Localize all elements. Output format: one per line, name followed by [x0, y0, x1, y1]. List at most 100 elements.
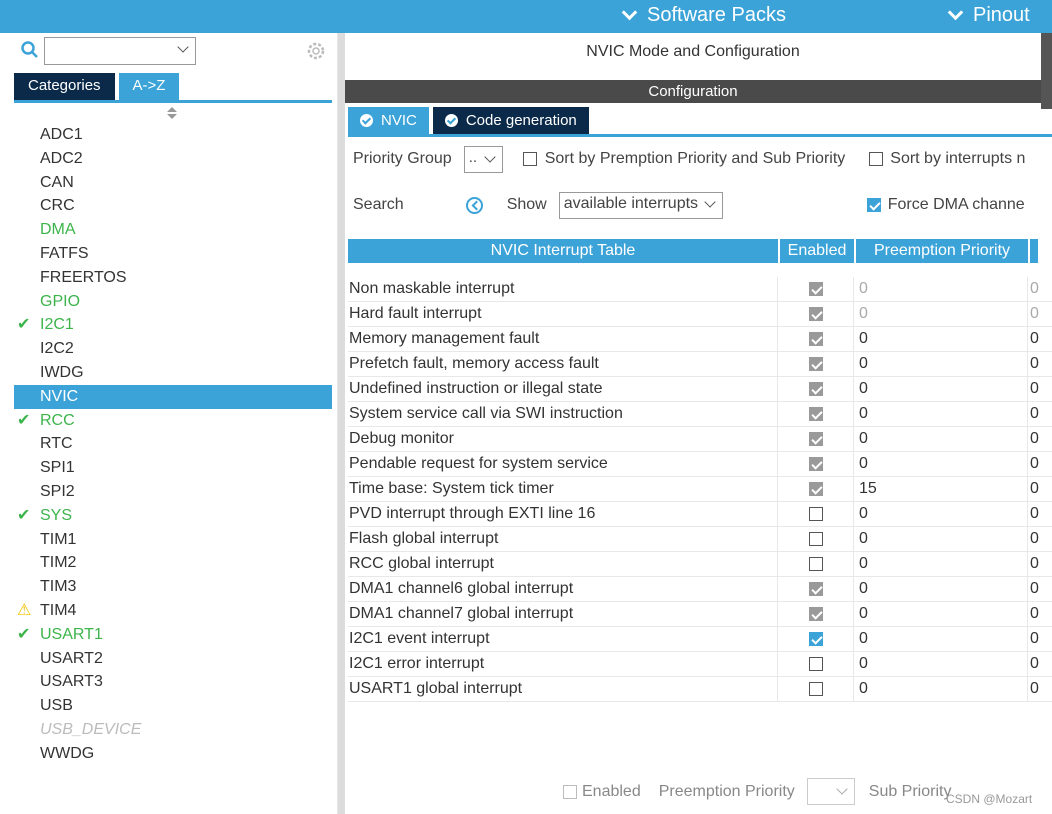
sidebar-item-usart1[interactable]: ✔ USART1	[14, 623, 332, 647]
column-header-sub[interactable]	[1030, 239, 1038, 263]
sidebar-item-i2c1[interactable]: ✔ I2C1	[14, 313, 332, 337]
preemption-priority[interactable]: 0	[854, 452, 1028, 476]
search-icon[interactable]	[20, 40, 40, 60]
sub-priority[interactable]: 0	[1028, 452, 1052, 476]
sidebar-item-sys[interactable]: ✔ SYS	[14, 504, 332, 528]
sidebar-item-rtc[interactable]: RTC	[14, 432, 332, 456]
sidebar-item-spi2[interactable]: SPI2	[14, 480, 332, 504]
table-row[interactable]: DMA1 channel7 global interrupt 0 0	[348, 602, 1052, 627]
preemption-priority[interactable]: 0	[854, 602, 1028, 626]
preemption-priority[interactable]: 0	[854, 527, 1028, 551]
sidebar-item-gpio[interactable]: GPIO	[14, 290, 332, 314]
preemption-priority[interactable]: 15	[854, 477, 1028, 501]
column-header-enabled[interactable]: Enabled	[780, 239, 854, 263]
preemption-priority[interactable]: 0	[854, 502, 1028, 526]
sub-priority[interactable]: 0	[1028, 677, 1052, 701]
preemption-priority[interactable]: 0	[854, 577, 1028, 601]
enabled-checkbox[interactable]	[808, 507, 823, 521]
sidebar-item-tim2[interactable]: TIM2	[14, 551, 332, 575]
column-header-preemption[interactable]: Preemption Priority	[856, 239, 1028, 263]
sort-interrupts-checkbox[interactable]	[869, 152, 884, 166]
force-dma-checkbox[interactable]	[866, 198, 881, 212]
preemption-priority[interactable]: 0	[854, 352, 1028, 376]
preemption-priority[interactable]: 0	[854, 327, 1028, 351]
sort-icon[interactable]	[166, 106, 178, 120]
software-packs-menu[interactable]: Software Packs	[621, 4, 786, 27]
table-row[interactable]: DMA1 channel6 global interrupt 0 0	[348, 577, 1052, 602]
sub-priority[interactable]: 0	[1028, 527, 1052, 551]
preemption-priority[interactable]: 0	[854, 377, 1028, 401]
sub-priority[interactable]: 0	[1028, 652, 1052, 676]
preemption-priority[interactable]: 0	[854, 627, 1028, 651]
sub-priority[interactable]: 0	[1028, 377, 1052, 401]
table-row[interactable]: USART1 global interrupt 0 0	[348, 677, 1052, 702]
gear-icon[interactable]	[305, 40, 327, 62]
sub-priority[interactable]: 0	[1028, 427, 1052, 451]
table-row[interactable]: Debug monitor 0 0	[348, 427, 1052, 452]
sub-priority[interactable]: 0	[1028, 302, 1052, 326]
preemption-priority[interactable]: 0	[854, 277, 1028, 301]
priority-group-select[interactable]: ..	[463, 145, 503, 173]
table-row[interactable]: Undefined instruction or illegal state 0 0	[348, 377, 1052, 402]
sidebar-item-usart3[interactable]: USART3	[14, 670, 332, 694]
preemption-priority[interactable]: 0	[854, 552, 1028, 576]
sidebar-item-dma[interactable]: DMA	[14, 218, 332, 242]
sidebar-item-iwdg[interactable]: IWDG	[14, 361, 332, 385]
sidebar-item-adc1[interactable]: ADC1	[14, 123, 332, 147]
pinout-menu[interactable]: Pinout	[947, 4, 1030, 27]
sub-priority[interactable]: 0	[1028, 277, 1052, 301]
sidebar-item-freertos[interactable]: FREERTOS	[14, 266, 332, 290]
sidebar-item-usb_device[interactable]: USB_DEVICE	[14, 718, 332, 742]
sidebar-item-wwdg[interactable]: WWDG	[14, 742, 332, 766]
preemption-priority[interactable]: 0	[854, 302, 1028, 326]
table-row[interactable]: RCC global interrupt 0 0	[348, 552, 1052, 577]
sort-premption-checkbox[interactable]	[522, 152, 537, 166]
tab-code-generation[interactable]: Code generation	[432, 107, 589, 134]
table-row[interactable]: Non maskable interrupt 0 0	[348, 277, 1052, 302]
sub-priority[interactable]: 0	[1028, 477, 1052, 501]
table-row[interactable]: I2C1 error interrupt 0 0	[348, 652, 1052, 677]
preemption-priority[interactable]: 0	[854, 427, 1028, 451]
sub-priority[interactable]: 0	[1028, 627, 1052, 651]
sidebar-item-i2c2[interactable]: I2C2	[14, 337, 332, 361]
bottom-enabled-checkbox[interactable]	[563, 784, 577, 799]
search-input[interactable]	[44, 37, 196, 65]
table-row[interactable]: PVD interrupt through EXTI line 16 0 0	[348, 502, 1052, 527]
enabled-checkbox[interactable]	[808, 657, 823, 671]
sidebar-item-crc[interactable]: CRC	[14, 194, 332, 218]
panel-scrollbar[interactable]	[1041, 33, 1052, 109]
sidebar-item-fatfs[interactable]: FATFS	[14, 242, 332, 266]
enabled-checkbox[interactable]	[808, 557, 823, 571]
table-row[interactable]: Memory management fault 0 0	[348, 327, 1052, 352]
table-row[interactable]: Flash global interrupt 0 0	[348, 527, 1052, 552]
sidebar-item-tim3[interactable]: TIM3	[14, 575, 332, 599]
sidebar-item-nvic[interactable]: NVIC	[14, 384, 332, 409]
sub-priority[interactable]: 0	[1028, 602, 1052, 626]
preemption-priority[interactable]: 0	[854, 652, 1028, 676]
table-row[interactable]: Time base: System tick timer 15 0	[348, 477, 1052, 502]
sub-priority[interactable]: 0	[1028, 502, 1052, 526]
enabled-checkbox[interactable]	[808, 632, 823, 646]
sub-priority[interactable]: 0	[1028, 402, 1052, 426]
table-row[interactable]: System service call via SWI instruction 0…	[348, 402, 1052, 427]
panel-divider[interactable]	[338, 33, 345, 814]
sidebar-item-tim1[interactable]: TIM1	[14, 528, 332, 552]
table-row[interactable]: I2C1 event interrupt 0 0	[348, 627, 1052, 652]
sidebar-item-adc2[interactable]: ADC2	[14, 147, 332, 171]
show-select[interactable]: available interrupts	[558, 191, 723, 219]
sidebar-item-usart2[interactable]: USART2	[14, 647, 332, 671]
sub-priority[interactable]: 0	[1028, 577, 1052, 601]
tab-nvic[interactable]: NVIC	[348, 107, 429, 134]
enabled-checkbox[interactable]	[808, 682, 823, 696]
tab-a-to-z[interactable]: A->Z	[118, 73, 180, 100]
tab-categories[interactable]: Categories	[14, 73, 115, 100]
sidebar-item-spi1[interactable]: SPI1	[14, 456, 332, 480]
sub-priority[interactable]: 0	[1028, 552, 1052, 576]
table-row[interactable]: Prefetch fault, memory access fault 0 0	[348, 352, 1052, 377]
search-arrow-icon[interactable]	[465, 196, 483, 214]
enabled-checkbox[interactable]	[808, 532, 823, 546]
column-header-name[interactable]: NVIC Interrupt Table	[348, 239, 778, 263]
sidebar-item-can[interactable]: CAN	[14, 171, 332, 195]
preemption-priority[interactable]: 0	[854, 402, 1028, 426]
sub-priority[interactable]: 0	[1028, 352, 1052, 376]
